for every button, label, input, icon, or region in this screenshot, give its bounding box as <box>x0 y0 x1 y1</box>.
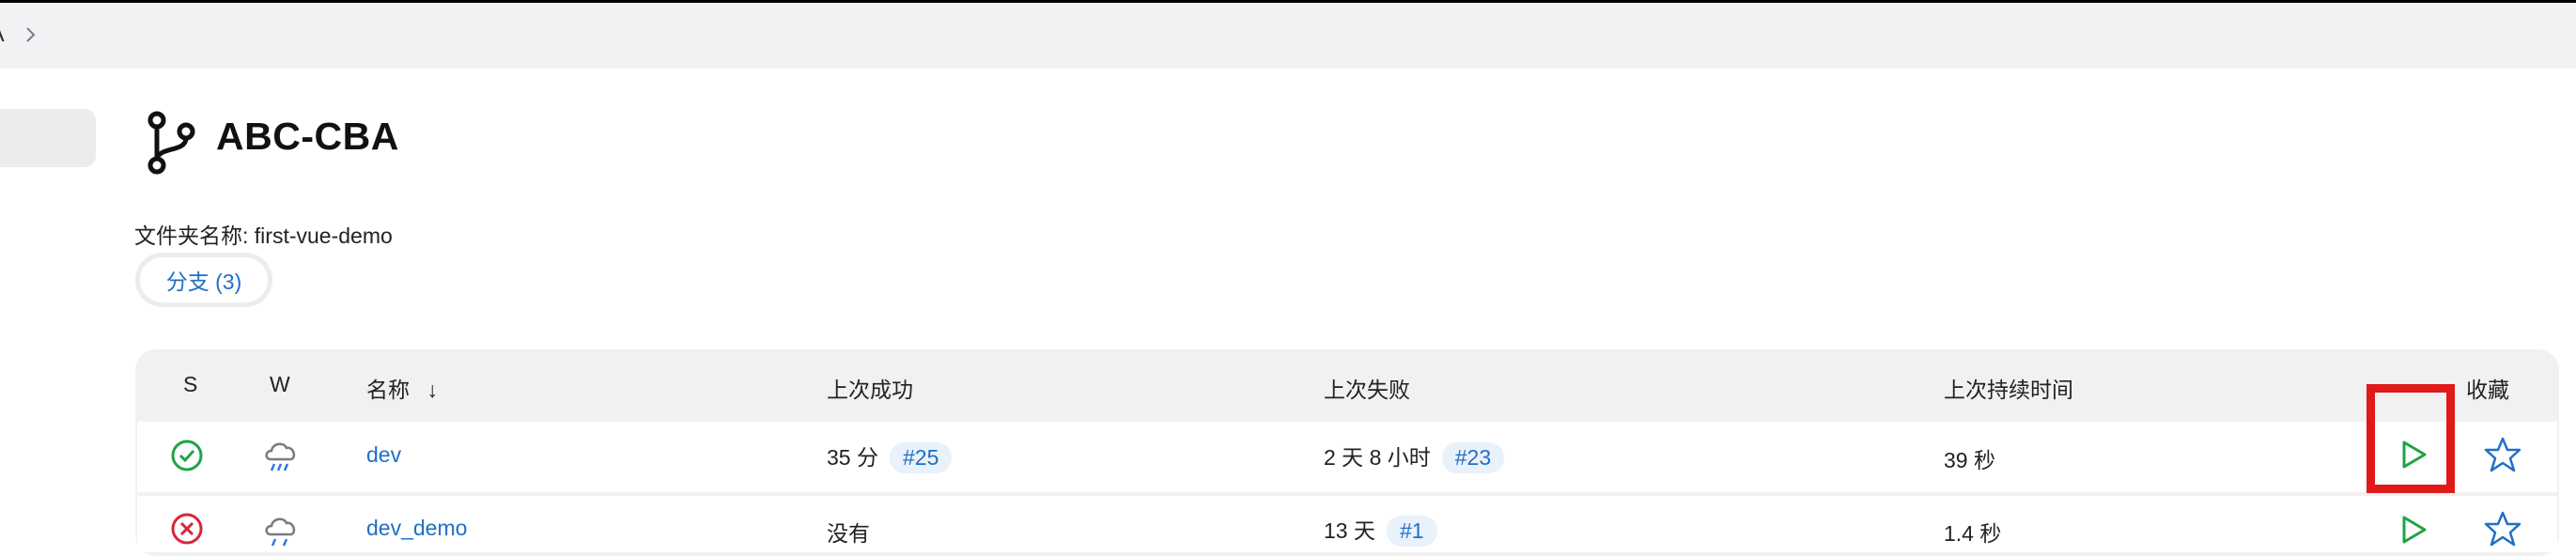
last-success-cell: 35 分 #25 <box>827 440 953 473</box>
rain-cloud-icon <box>265 442 296 471</box>
column-header-name-label: 名称 <box>366 378 410 402</box>
last-success-time: 35 分 <box>827 445 878 470</box>
branch-link-dev[interactable]: dev <box>366 442 401 468</box>
last-failure-time: 13 天 <box>1324 518 1375 543</box>
last-failure-cell: 2 天 8 小时 #23 <box>1324 440 1505 473</box>
play-icon[interactable] <box>2398 514 2429 546</box>
sidebar-item-active[interactable] <box>0 109 96 167</box>
highlight-box <box>2367 384 2455 493</box>
chevron-right-icon <box>26 27 36 42</box>
column-header-last-duration[interactable]: 上次持续时间 <box>1944 372 2073 404</box>
column-header-name[interactable]: 名称 ↓ <box>366 372 438 404</box>
column-header-status[interactable]: S <box>183 372 197 397</box>
column-header-last-success[interactable]: 上次成功 <box>827 372 913 404</box>
breadcrumb-item[interactable]: A <box>0 21 5 48</box>
column-header-favorite: 收藏 <box>2466 378 2509 402</box>
failure-status-icon <box>171 513 203 545</box>
build-link[interactable]: #25 <box>889 442 953 473</box>
build-link[interactable]: #1 <box>1386 516 1437 547</box>
storm-cloud-icon <box>265 517 296 547</box>
last-failure-cell: 13 天 #1 <box>1324 513 1437 547</box>
sort-arrow-icon: ↓ <box>427 378 438 402</box>
star-icon[interactable] <box>2484 436 2522 473</box>
branch-link-dev-demo[interactable]: dev_demo <box>366 516 467 541</box>
page-title: ABC-CBA <box>216 115 399 158</box>
duration-cell: 39 秒 <box>1944 448 1995 472</box>
duration-cell: 1.4 秒 <box>1944 521 2002 546</box>
tab-branches[interactable]: 分支 (3) <box>135 253 272 307</box>
column-header-weather[interactable]: W <box>270 372 290 397</box>
last-failure-time: 2 天 8 小时 <box>1324 445 1431 470</box>
success-status-icon <box>171 440 203 471</box>
column-header-last-failure[interactable]: 上次失败 <box>1324 372 1410 404</box>
folder-name-text: 文件夹名称: first-vue-demo <box>134 224 393 248</box>
last-success-cell: 没有 <box>827 521 870 546</box>
build-link[interactable]: #23 <box>1441 442 1505 473</box>
breadcrumb: A <box>0 3 2576 69</box>
branch-icon <box>147 111 195 175</box>
star-icon[interactable] <box>2484 510 2522 548</box>
